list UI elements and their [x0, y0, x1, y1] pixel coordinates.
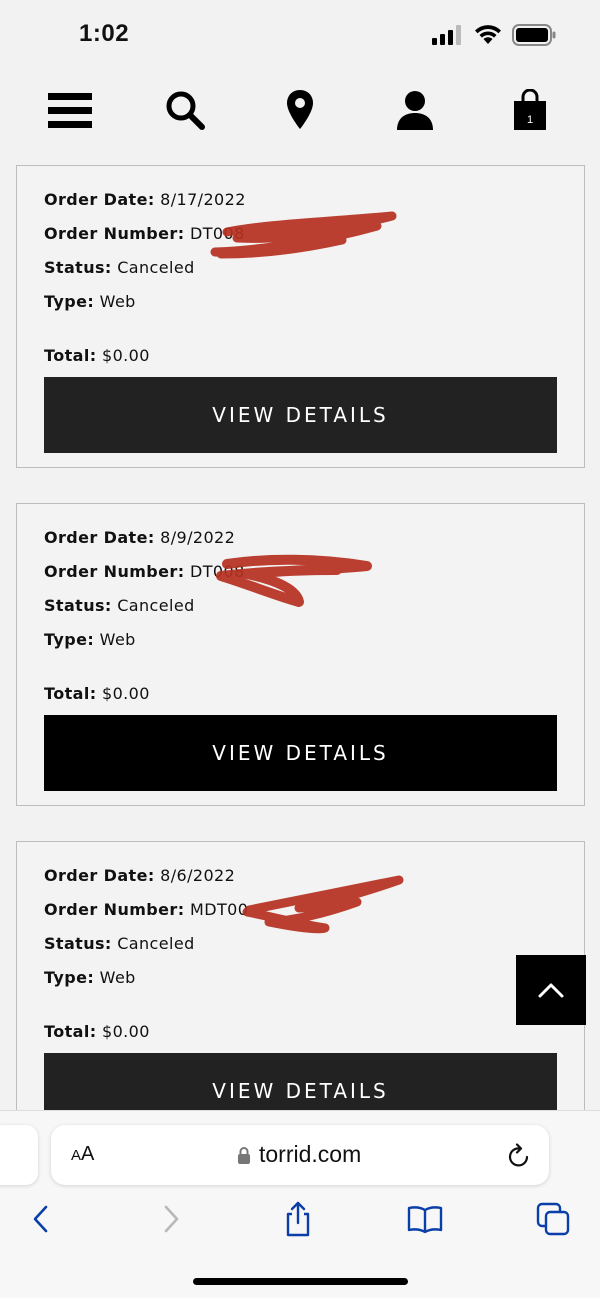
view-details-button[interactable]: VIEW DETAILS — [44, 377, 557, 453]
order-status-row: Status: Canceled — [44, 934, 195, 953]
order-date-label: Order Date: — [44, 866, 155, 885]
search-button[interactable] — [162, 88, 208, 132]
clock: 1:02 — [79, 20, 130, 47]
order-total-label: Total: — [44, 1022, 97, 1041]
account-icon — [397, 91, 433, 130]
order-type-value: Web — [99, 292, 136, 311]
order-date-row: Order Date: 8/17/2022 — [44, 190, 246, 209]
chevron-left-icon — [33, 1205, 48, 1233]
address-bar[interactable]: AA torrid.com — [51, 1125, 549, 1185]
order-type-label: Type: — [44, 630, 95, 649]
reload-button[interactable] — [507, 1142, 531, 1172]
order-total-row: Total: $0.00 — [44, 1022, 150, 1041]
order-type-row: Type: Web — [44, 968, 136, 987]
share-button[interactable] — [278, 1199, 318, 1239]
cellular-signal-icon — [432, 25, 461, 45]
order-status-label: Status: — [44, 258, 112, 277]
tabs-icon — [536, 1202, 570, 1236]
order-status-value: Canceled — [117, 934, 195, 953]
order-total-row: Total: $0.00 — [44, 684, 150, 703]
home-indicator — [193, 1278, 408, 1285]
bookmarks-button[interactable] — [405, 1199, 445, 1239]
status-bar: 1:02 — [0, 0, 600, 70]
order-status-row: Status: Canceled — [44, 596, 195, 615]
order-type-value: Web — [99, 968, 136, 987]
order-number-label: Order Number: — [44, 224, 185, 243]
account-button[interactable] — [392, 88, 438, 132]
tabs-button[interactable] — [533, 1199, 573, 1239]
forward-button[interactable] — [151, 1199, 191, 1239]
order-date-value: 8/6/2022 — [160, 866, 236, 885]
chevron-up-icon — [538, 983, 564, 998]
redaction-scribble — [210, 211, 397, 259]
order-type-value: Web — [99, 630, 136, 649]
order-total-value: $0.00 — [102, 1022, 150, 1041]
order-card: Order Date: 8/9/2022 Order Number: DT008… — [16, 503, 585, 806]
order-total-value: $0.00 — [102, 684, 150, 703]
order-total-label: Total: — [44, 684, 97, 703]
text-size-large-glyph: A — [81, 1143, 95, 1165]
order-card: Order Date: 8/17/2022 Order Number: DT00… — [16, 165, 585, 468]
order-status-label: Status: — [44, 934, 112, 953]
order-type-label: Type: — [44, 292, 95, 311]
order-card: Order Date: 8/6/2022 Order Number: MDT00… — [16, 841, 585, 1144]
order-total-label: Total: — [44, 346, 97, 365]
order-date-row: Order Date: 8/9/2022 — [44, 528, 235, 547]
cart-button[interactable]: 1 — [507, 88, 553, 132]
cart-count-badge: 1 — [526, 114, 534, 126]
site-header: 1 — [0, 80, 600, 142]
order-total-row: Total: $0.00 — [44, 346, 150, 365]
text-size-small-glyph: A — [71, 1147, 82, 1164]
order-number-row: Order Number: MDT00 — [44, 900, 248, 919]
redaction-scribble — [242, 875, 404, 934]
lock-icon — [238, 1146, 250, 1164]
order-type-row: Type: Web — [44, 292, 136, 311]
url-display[interactable]: torrid.com — [237, 1141, 361, 1168]
url-text: torrid.com — [259, 1141, 362, 1167]
redaction-scribble — [216, 554, 372, 607]
share-icon — [286, 1201, 310, 1237]
menu-button[interactable] — [47, 88, 93, 132]
reload-icon — [508, 1143, 529, 1167]
order-type-row: Type: Web — [44, 630, 136, 649]
previous-tab-preview[interactable] — [0, 1125, 38, 1185]
order-date-value: 8/17/2022 — [160, 190, 246, 209]
chevron-right-icon — [164, 1205, 179, 1233]
browser-toolbar: AA torrid.com — [0, 1110, 600, 1298]
battery-icon — [512, 24, 556, 46]
order-type-label: Type: — [44, 968, 95, 987]
bookmarks-book-icon — [407, 1206, 443, 1234]
search-icon — [166, 91, 205, 130]
order-date-row: Order Date: 8/6/2022 — [44, 866, 235, 885]
menu-icon — [48, 93, 92, 128]
view-details-button[interactable]: VIEW DETAILS — [44, 715, 557, 791]
back-to-top-button[interactable] — [516, 955, 586, 1025]
status-icons — [432, 24, 556, 46]
order-status-row: Status: Canceled — [44, 258, 195, 277]
order-status-label: Status: — [44, 596, 112, 615]
text-size-button[interactable]: AA — [71, 1143, 94, 1166]
order-total-value: $0.00 — [102, 346, 150, 365]
order-date-value: 8/9/2022 — [160, 528, 236, 547]
store-locator-button[interactable] — [277, 88, 323, 132]
order-status-value: Canceled — [117, 596, 195, 615]
order-date-label: Order Date: — [44, 190, 155, 209]
order-number-label: Order Number: — [44, 562, 185, 581]
back-button[interactable] — [21, 1199, 61, 1239]
order-date-label: Order Date: — [44, 528, 155, 547]
wifi-icon — [475, 25, 501, 44]
location-pin-icon — [287, 90, 313, 129]
order-number-label: Order Number: — [44, 900, 185, 919]
order-status-value: Canceled — [117, 258, 195, 277]
